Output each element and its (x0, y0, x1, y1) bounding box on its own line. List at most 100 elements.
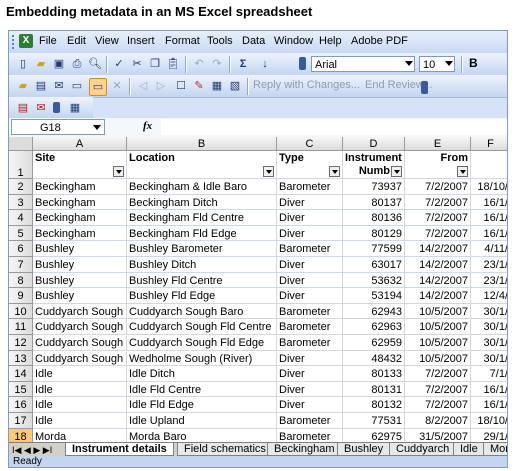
cell-location[interactable]: Beckingham & Idle Baro (127, 179, 277, 195)
undo-icon[interactable]: ↶ (191, 56, 207, 72)
row-header[interactable]: 16 (9, 397, 33, 413)
cell-type[interactable]: Barometer (277, 413, 343, 429)
font-size-select[interactable]: 10 (419, 56, 455, 72)
cell-type[interactable]: Barometer (277, 179, 343, 195)
row-header[interactable]: 9 (9, 288, 33, 304)
copy-icon[interactable]: ❐ (147, 56, 163, 72)
cell-site[interactable]: Idle (33, 381, 127, 398)
cell-to[interactable]: 18/10/ (471, 413, 507, 429)
save-icon[interactable]: ▣ (51, 56, 67, 72)
cell-location[interactable]: Cuddyarch Sough Fld Edge (127, 335, 277, 351)
select-all-corner[interactable] (9, 137, 33, 151)
convert-pdf-email-icon[interactable]: ✉ (33, 100, 49, 116)
filter-dropdown-icon[interactable] (263, 166, 274, 177)
convert-pdf-icon[interactable]: ▤ (15, 100, 31, 116)
cell-location[interactable]: Bushley Barometer (127, 241, 277, 257)
cell-site[interactable]: Beckingham (33, 179, 127, 195)
sheet-tab-field-schematics[interactable]: Field schematics (177, 443, 273, 456)
cell-type[interactable]: Diver (277, 225, 343, 242)
menu-format[interactable]: Format (165, 35, 200, 47)
cell-location[interactable]: Idle Fld Centre (127, 381, 277, 398)
cell-instrument-number[interactable]: 80137 (343, 194, 405, 211)
column-header-e[interactable]: E (405, 137, 471, 151)
sort-ascending-icon[interactable]: ↓ (257, 56, 273, 72)
cell-type[interactable]: Barometer (277, 241, 343, 257)
cell-to[interactable]: 16/1/ (471, 225, 507, 242)
row-header[interactable]: 7 (9, 257, 33, 273)
cell-location[interactable]: Bushley Ditch (127, 257, 277, 273)
cell-instrument-number[interactable]: 48432 (343, 350, 405, 367)
cell-to[interactable]: 4/11/ (471, 241, 507, 257)
row-header[interactable]: 12 (9, 335, 33, 351)
cell-instrument-number[interactable]: 62959 (343, 335, 405, 351)
print-icon[interactable]: ⎙ (69, 56, 85, 72)
track-changes-icon[interactable]: ✎ (191, 78, 207, 94)
filter-dropdown-icon[interactable] (457, 166, 468, 177)
cell-from[interactable]: 10/5/2007 (405, 335, 471, 351)
cell-to[interactable]: 16/1/ (471, 194, 507, 211)
menu-help[interactable]: Help (319, 35, 342, 47)
cell-type[interactable]: Diver (277, 350, 343, 367)
name-box[interactable]: G18 (11, 119, 105, 135)
sheet-tab-idle[interactable]: Idle (453, 443, 485, 456)
cell-from[interactable]: 10/5/2007 (405, 303, 471, 320)
bold-button[interactable]: B (469, 56, 478, 70)
cell-location[interactable]: Bushley Fld Edge (127, 288, 277, 304)
cell-type[interactable]: Diver (277, 272, 343, 289)
row-header[interactable]: 10 (9, 303, 33, 320)
cell-to[interactable]: 23/1/ (471, 272, 507, 289)
toolbar-options-icon-3[interactable] (53, 102, 60, 113)
cell-to[interactable]: 16/1/ (471, 381, 507, 398)
sheet-tab-morda[interactable]: Mor (483, 443, 507, 456)
row-header[interactable]: 17 (9, 413, 33, 429)
cell-to[interactable]: 23/1/ (471, 257, 507, 273)
menu-adobe-pdf[interactable]: Adobe PDF (351, 35, 408, 47)
cell-instrument-number[interactable]: 80133 (343, 366, 405, 382)
cell-type[interactable]: Diver (277, 288, 343, 304)
delete-comment-icon[interactable]: ✕ (109, 78, 125, 94)
cell-location[interactable]: Cuddyarch Sough Fld Centre (127, 319, 277, 335)
cell-instrument-number[interactable]: 63017 (343, 257, 405, 273)
cell-from[interactable]: 7/2/2007 (405, 210, 471, 226)
new-icon[interactable]: ▯ (15, 56, 31, 72)
filter-dropdown-icon[interactable] (391, 166, 402, 177)
toolbar-options-icon[interactable] (299, 57, 306, 70)
cell-type[interactable]: Diver (277, 194, 343, 211)
open-folder-icon[interactable]: ▰ (15, 78, 31, 94)
cell-location[interactable]: Beckingham Fld Centre (127, 210, 277, 226)
row-header[interactable]: 8 (9, 272, 33, 289)
menu-data[interactable]: Data (242, 35, 265, 47)
cell-site[interactable]: Cuddyarch Sough (33, 335, 127, 351)
row-header[interactable]: 4 (9, 210, 33, 226)
row-header[interactable]: 11 (9, 319, 33, 335)
cell-site[interactable]: Cuddyarch Sough (33, 350, 127, 367)
menu-file[interactable]: File (39, 35, 57, 47)
cell-instrument-number[interactable]: 80129 (343, 225, 405, 242)
row-header[interactable]: 13 (9, 350, 33, 367)
fx-icon[interactable]: fx (143, 120, 152, 132)
cell-type[interactable]: Barometer (277, 319, 343, 335)
cell-type[interactable]: Diver (277, 257, 343, 273)
header-cell-to[interactable] (471, 151, 507, 179)
cell-instrument-number[interactable]: 62963 (343, 319, 405, 335)
menu-edit[interactable]: Edit (67, 35, 86, 47)
sheet-tab-beckingham[interactable]: Beckingham (267, 443, 342, 456)
cell-instrument-number[interactable]: 73937 (343, 179, 405, 195)
menu-window[interactable]: Window (274, 35, 313, 47)
formula-input[interactable] (161, 119, 507, 135)
sheet-tab-bushley[interactable]: Bushley (337, 443, 391, 456)
cell-location[interactable]: Idle Upland (127, 413, 277, 429)
cell-type[interactable]: Diver (277, 210, 343, 226)
header-cell-instrument-number[interactable]: Instrument Numb (343, 151, 405, 179)
cell-from[interactable]: 14/2/2007 (405, 272, 471, 289)
reply-with-changes-button[interactable]: Reply with Changes... (253, 79, 360, 91)
cell-site[interactable]: Beckingham (33, 210, 127, 226)
cell-location[interactable]: Wedholme Sough (River) (127, 350, 277, 367)
row-header[interactable]: 6 (9, 241, 33, 257)
autosum-icon[interactable]: Σ (235, 56, 251, 72)
prev-icon[interactable]: ◁ (135, 78, 151, 94)
column-header-c[interactable]: C (277, 137, 343, 151)
cell-to[interactable]: 16/1/ (471, 210, 507, 226)
column-header-f[interactable]: F (471, 137, 507, 151)
cell-from[interactable]: 7/2/2007 (405, 194, 471, 211)
